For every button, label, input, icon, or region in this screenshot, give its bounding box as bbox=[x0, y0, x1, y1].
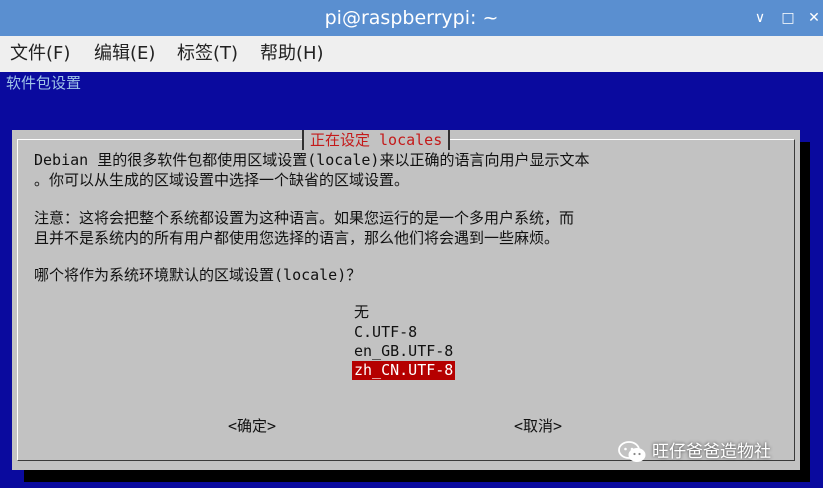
dialog-text-line: 。你可以从生成的区域设置中选择一个缺省的区域设置。 bbox=[34, 171, 410, 189]
maximize-icon[interactable]: □ bbox=[776, 6, 800, 30]
menu-tabs[interactable]: 标签(T) bbox=[177, 36, 238, 72]
dialog-text-line: 注意：这将会把整个系统都设置为这种语言。如果您运行的是一个多用户系统，而 bbox=[34, 209, 575, 227]
menu-file[interactable]: 文件(F) bbox=[10, 36, 70, 72]
menu-bar: 文件(F) 编辑(E) 标签(T) 帮助(H) bbox=[0, 36, 823, 73]
minimize-icon[interactable]: ∨ bbox=[748, 6, 772, 30]
locale-dialog: 正在设定 locales Debian 里的很多软件包都使用区域设置(local… bbox=[12, 130, 800, 470]
dialog-question: 哪个将作为系统环境默认的区域设置(locale)？ bbox=[34, 266, 362, 284]
package-config-header: 软件包设置 bbox=[6, 74, 82, 92]
watermark: 旺仔爸爸造物社 bbox=[618, 436, 771, 468]
close-icon[interactable]: ✕ bbox=[802, 6, 823, 30]
window-title: pi@raspberrypi: ~ bbox=[324, 7, 499, 29]
locale-option-zh-cn-utf8[interactable]: zh_CN.UTF-8 bbox=[352, 361, 456, 380]
locale-option-c-utf8[interactable]: C.UTF-8 bbox=[352, 323, 419, 342]
dialog-text-line: 且并不是系统内的所有用户都使用您选择的语言，那么他们将会遇到一些麻烦。 bbox=[34, 229, 560, 247]
locale-option-none[interactable]: 无 bbox=[352, 303, 371, 322]
wechat-icon bbox=[618, 441, 646, 462]
terminal-area[interactable]: 软件包设置 正在设定 locales Debian 里的很多软件包都使用区域设置… bbox=[0, 72, 823, 488]
dialog-title: 正在设定 locales bbox=[302, 130, 451, 150]
cancel-button[interactable]: <取消> bbox=[514, 416, 562, 436]
ok-button[interactable]: <确定> bbox=[228, 416, 276, 436]
watermark-text: 旺仔爸爸造物社 bbox=[652, 442, 771, 462]
dialog-text-line: Debian 里的很多软件包都使用区域设置(locale)来以正确的语言向用户显… bbox=[34, 151, 590, 169]
menu-help[interactable]: 帮助(H) bbox=[260, 36, 324, 72]
locale-option-en-gb-utf8[interactable]: en_GB.UTF-8 bbox=[352, 342, 455, 361]
window-titlebar[interactable]: pi@raspberrypi: ~ ∨ □ ✕ bbox=[0, 0, 823, 36]
menu-edit[interactable]: 编辑(E) bbox=[94, 36, 155, 72]
